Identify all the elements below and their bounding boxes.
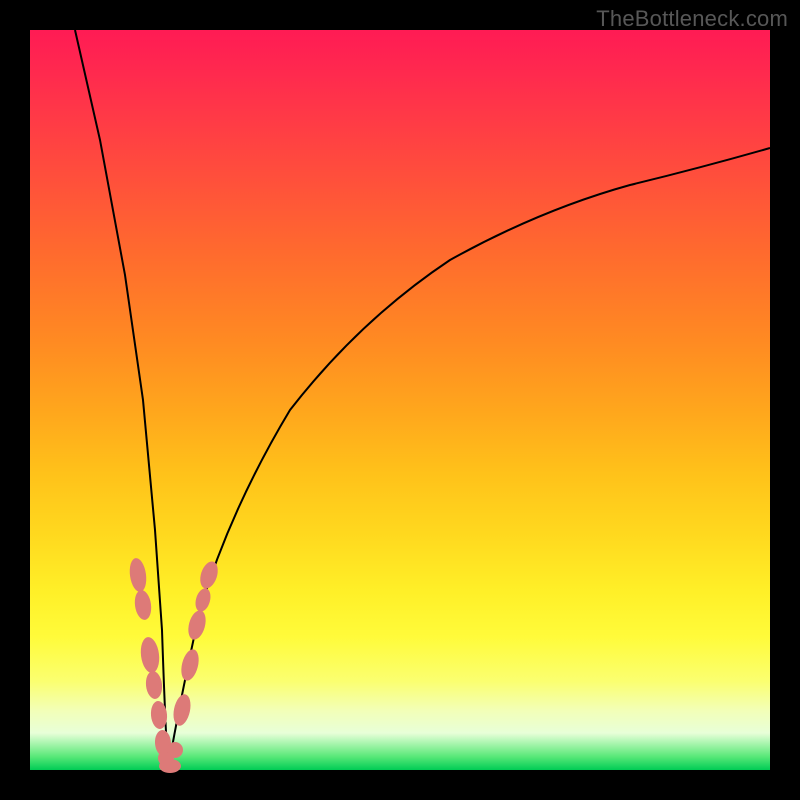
marker-right-4: [185, 608, 208, 641]
marker-left-2: [133, 589, 153, 621]
marker-left-3: [139, 636, 161, 674]
marker-right-1: [167, 742, 183, 758]
plot-area: [30, 30, 770, 770]
marker-left-1: [128, 557, 149, 593]
watermark-text: TheBottleneck.com: [596, 6, 788, 32]
curve-layer: [30, 30, 770, 770]
chart-frame: TheBottleneck.com: [0, 0, 800, 800]
right-branch-curve: [168, 148, 770, 770]
marker-trough: [159, 759, 181, 773]
marker-right-5: [193, 587, 213, 614]
marker-left-4: [145, 670, 164, 700]
marker-right-6: [197, 559, 221, 591]
marker-right-2: [171, 693, 193, 728]
marker-right-3: [178, 648, 201, 683]
